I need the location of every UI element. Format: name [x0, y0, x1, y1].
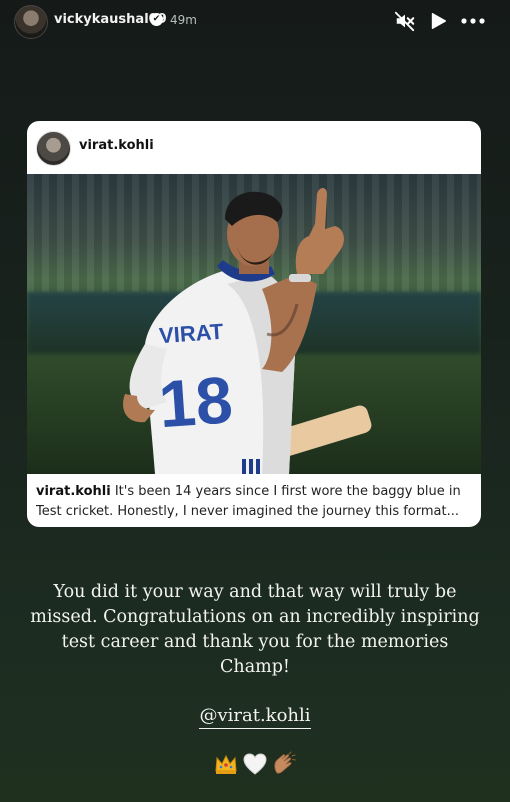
story-timestamp: 49m — [170, 13, 197, 27]
white-heart-emoji — [243, 753, 267, 775]
emoji-row — [0, 751, 510, 777]
avatar[interactable] — [14, 5, 48, 39]
story-header: vickykaushal09 ✔ 49m — [0, 0, 510, 44]
more-icon[interactable] — [460, 10, 486, 32]
verified-icon: ✔ — [150, 13, 163, 26]
story-message: You did it your way and that way will tr… — [30, 582, 480, 677]
shared-post-card[interactable]: virat.kohli VIRAT 18 virat.kohli It's be… — [27, 121, 481, 527]
clapping-hands-emoji — [274, 751, 296, 774]
mention-label[interactable]: @virat.kohli — [199, 705, 311, 729]
post-avatar[interactable] — [36, 131, 71, 166]
caption-username[interactable]: virat.kohli — [36, 484, 111, 499]
play-icon[interactable] — [427, 10, 449, 32]
mute-icon[interactable] — [394, 10, 416, 32]
crown-emoji — [215, 754, 237, 774]
post-photo: VIRAT 18 — [27, 174, 481, 474]
post-header: virat.kohli — [27, 121, 481, 174]
post-username[interactable]: virat.kohli — [79, 138, 154, 153]
jersey-number: 18 — [156, 362, 234, 441]
jersey-name: VIRAT — [158, 319, 225, 348]
post-caption: virat.kohli It's been 14 years since I f… — [36, 482, 472, 522]
mention-sticker[interactable]: @virat.kohli — [0, 705, 510, 729]
cricketer-illustration: VIRAT 18 — [123, 188, 372, 474]
